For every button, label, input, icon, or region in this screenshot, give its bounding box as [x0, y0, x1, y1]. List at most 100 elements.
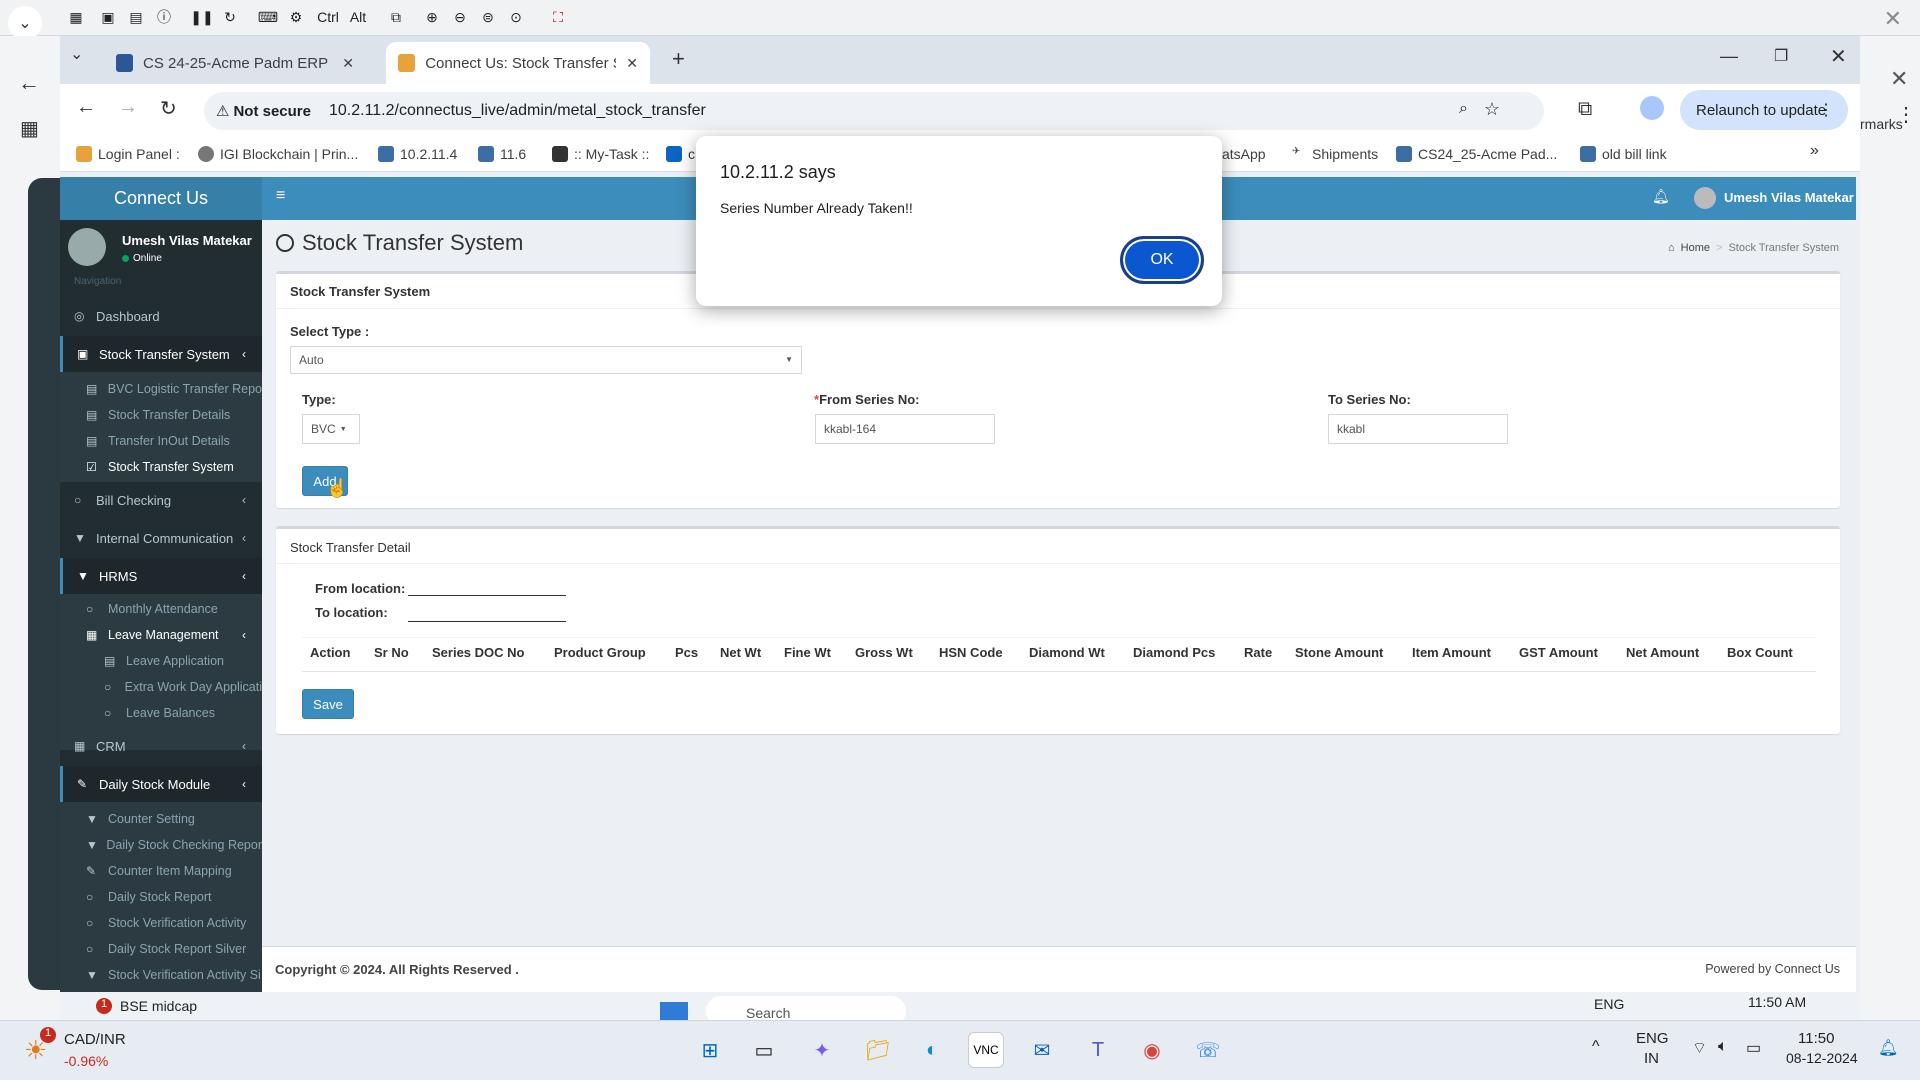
bookmark-star-icon[interactable]: ☆	[1484, 99, 1500, 120]
profile-icon[interactable]	[1640, 96, 1664, 120]
bookmark-item[interactable]: atsApp	[1222, 142, 1266, 166]
sidebar-item-daily-stock-checking[interactable]: ▼ Daily Stock Checking Repor	[60, 832, 262, 858]
sidebar-item-hrms[interactable]: ▼ HRMS ‹	[60, 558, 262, 594]
save-button[interactable]: Save	[302, 689, 354, 719]
restore-icon[interactable]: ❐	[1774, 46, 1788, 66]
tab-close-icon[interactable]: ✕	[342, 55, 354, 72]
vnc-fullscreen-icon[interactable]: ⛶	[546, 5, 570, 29]
bookmark-item[interactable]: 10.2.11.4	[378, 142, 457, 166]
language-label[interactable]: ENG	[1636, 1030, 1669, 1047]
relaunch-button[interactable]: Relaunch to update ⋮	[1680, 90, 1848, 130]
bookmark-item[interactable]: c	[666, 142, 695, 166]
tab-search-chevron-icon[interactable]: ⌄	[70, 44, 83, 64]
teams-icon[interactable]: T	[1080, 1032, 1116, 1068]
phone-app-icon[interactable]: ☏	[1190, 1032, 1226, 1068]
topnav-user-name[interactable]: Umesh Vilas Matekar	[1724, 190, 1854, 205]
address-bar[interactable]: ⚠ Not secure 10.2.11.2/connectus_live/ad…	[204, 92, 1544, 130]
sidebar-item-crm[interactable]: ▦ CRM ‹	[60, 728, 262, 764]
bookmark-item[interactable]: CS24_25-Acme Pad...	[1396, 142, 1557, 166]
vnc-close-icon[interactable]: ✕	[1884, 6, 1902, 32]
bookmark-item[interactable]: IGI Blockchain | Prin...	[198, 142, 358, 166]
battery-icon[interactable]: ▭	[1746, 1038, 1761, 1058]
language-region[interactable]: IN	[1644, 1050, 1659, 1067]
tray-chevron-icon[interactable]: ^	[1592, 1038, 1600, 1056]
from-location-field[interactable]	[408, 595, 566, 596]
breadcrumb-home[interactable]: Home	[1681, 242, 1710, 254]
select-type-dropdown[interactable]: Auto ▼	[290, 346, 802, 374]
to-series-input[interactable]: kkabl	[1328, 414, 1508, 444]
bookmark-item[interactable]: old bill link	[1580, 142, 1667, 166]
vnc-menu-chevron-icon[interactable]: ⌄	[8, 6, 42, 40]
tab-connect-us[interactable]: Connect Us: Stock Transfer Syst ✕	[386, 42, 650, 84]
chrome-icon[interactable]: ◉	[1134, 1032, 1170, 1068]
wifi-icon[interactable]: ⌔	[1692, 1038, 1707, 1058]
tab-close-icon[interactable]: ✕	[626, 55, 638, 72]
vnc-ctrl-key[interactable]: Ctrl	[312, 5, 344, 29]
back-icon[interactable]: ←	[76, 96, 96, 119]
sidebar-item-transfer-inout[interactable]: ▤ Transfer InOut Details	[60, 428, 262, 454]
vnc-refresh-icon[interactable]: ↻	[218, 5, 242, 29]
vnc-info-icon[interactable]: ⓘ	[152, 5, 176, 29]
sidebar-item-monthly-attendance[interactable]: ○ Monthly Attendance	[60, 596, 262, 622]
clock-time[interactable]: 11:50	[1798, 1030, 1834, 1047]
bookmark-item[interactable]: :: My-Task ::	[552, 142, 649, 166]
sidebar-item-internal-communication[interactable]: ▼ Internal Communication ‹	[60, 520, 262, 556]
vnc-alt-key[interactable]: Alt	[344, 5, 372, 29]
sidebar-item-bvc-logistic[interactable]: ▤ BVC Logistic Transfer Repo	[60, 376, 262, 402]
sidebar-item-bill-checking[interactable]: ○ Bill Checking ‹	[60, 482, 262, 518]
url-text[interactable]: 10.2.11.2/connectus_live/admin/metal_sto…	[329, 102, 706, 120]
notification-icon[interactable]: 🔔︎	[1878, 1038, 1898, 1058]
chrome-menu-icon[interactable]: ⋮	[1818, 100, 1834, 120]
sidebar-item-stock-transfer[interactable]: ▣ Stock Transfer System ‹	[60, 336, 262, 372]
vnc-zoom-auto-icon[interactable]: ⊙	[504, 5, 528, 29]
new-tab-icon[interactable]: +	[672, 46, 685, 72]
topnav-avatar[interactable]	[1694, 187, 1716, 209]
outer-back-icon[interactable]: ←	[18, 70, 40, 96]
edge-icon[interactable]: ◐	[914, 1032, 950, 1068]
bookmarks-overflow-icon[interactable]: »	[1810, 142, 1819, 160]
bookmark-item[interactable]: ✈ Shipments	[1292, 142, 1378, 166]
ticker-name[interactable]: CAD/INR	[64, 1031, 126, 1048]
vnc-zoom-fit-icon[interactable]: ⊜	[476, 5, 500, 29]
outer-apps-icon[interactable]: ▦	[20, 116, 39, 141]
tab-erp[interactable]: CS 24-25-Acme Padm ERP Platf ✕	[104, 42, 366, 84]
vnc-keyboard-icon[interactable]: ⌨	[256, 5, 280, 29]
remote-windows-icon[interactable]	[660, 1002, 688, 1020]
vnc-ctrl-alt-del-icon[interactable]: ⚙	[284, 5, 308, 29]
vnc-clipboard-icon[interactable]: ▤	[124, 5, 148, 29]
vnc-options-icon[interactable]: ▦	[64, 5, 88, 29]
minimize-icon[interactable]: —	[1720, 46, 1738, 67]
file-explorer-icon[interactable]: 📁︎	[860, 1032, 896, 1068]
vnc-pause-icon[interactable]: ❚❚	[190, 5, 214, 29]
vnc-transfer-icon[interactable]: ⧉	[384, 5, 408, 29]
app-logo[interactable]: Connect Us	[60, 177, 262, 220]
reload-icon[interactable]: ↻	[160, 96, 177, 121]
sidebar-item-counter-setting[interactable]: ▼ Counter Setting	[60, 806, 262, 832]
volume-icon[interactable]: 🔈︎	[1718, 1038, 1728, 1056]
bookmark-item[interactable]: 11.6	[478, 142, 526, 166]
sidebar-item-counter-item-mapping[interactable]: ✎ Counter Item Mapping	[60, 858, 262, 884]
from-series-input[interactable]: kkabl-164	[815, 414, 995, 444]
forward-icon[interactable]: →	[118, 96, 138, 119]
sidebar-item-leave-balances[interactable]: ○ Leave Balances	[60, 700, 262, 726]
sidebar-item-daily-stock[interactable]: ✎ Daily Stock Module ‹	[60, 766, 262, 802]
bookmark-item[interactable]: Login Panel :	[76, 142, 180, 166]
task-view-icon[interactable]: ▭	[746, 1032, 782, 1068]
start-windows-icon[interactable]: ⊞	[692, 1032, 728, 1068]
sidebar-toggle-icon[interactable]: ≡	[276, 187, 285, 205]
clock-date[interactable]: 08-12-2024	[1786, 1050, 1858, 1066]
sidebar-item-stock-transfer-details[interactable]: ▤ Stock Transfer Details	[60, 402, 262, 428]
sidebar-item-stock-verification-silver[interactable]: ▼ Stock Verification Activity Si	[60, 962, 262, 988]
type-dropdown[interactable]: BVC ▼	[302, 414, 360, 444]
vnc-zoom-in-icon[interactable]: ⊕	[420, 5, 444, 29]
sidebar-item-daily-stock-silver[interactable]: ○ Daily Stock Report Silver	[60, 936, 262, 962]
ok-button[interactable]: OK	[1120, 236, 1204, 284]
sidebar-item-dashboard[interactable]: ◎ Dashboard	[60, 298, 262, 334]
sidebar-item-leave-application[interactable]: ▤ Leave Application	[60, 648, 262, 674]
outlook-icon[interactable]: ✉	[1024, 1032, 1060, 1068]
outer-close-icon[interactable]: ✕	[1890, 66, 1908, 92]
vnc-zoom-out-icon[interactable]: ⊖	[448, 5, 472, 29]
notification-bell-icon[interactable]: 🔔︎	[1652, 188, 1670, 205]
extensions-icon[interactable]: ⧉	[1578, 98, 1592, 121]
sidebar-item-stock-verification[interactable]: ○ Stock Verification Activity	[60, 910, 262, 936]
